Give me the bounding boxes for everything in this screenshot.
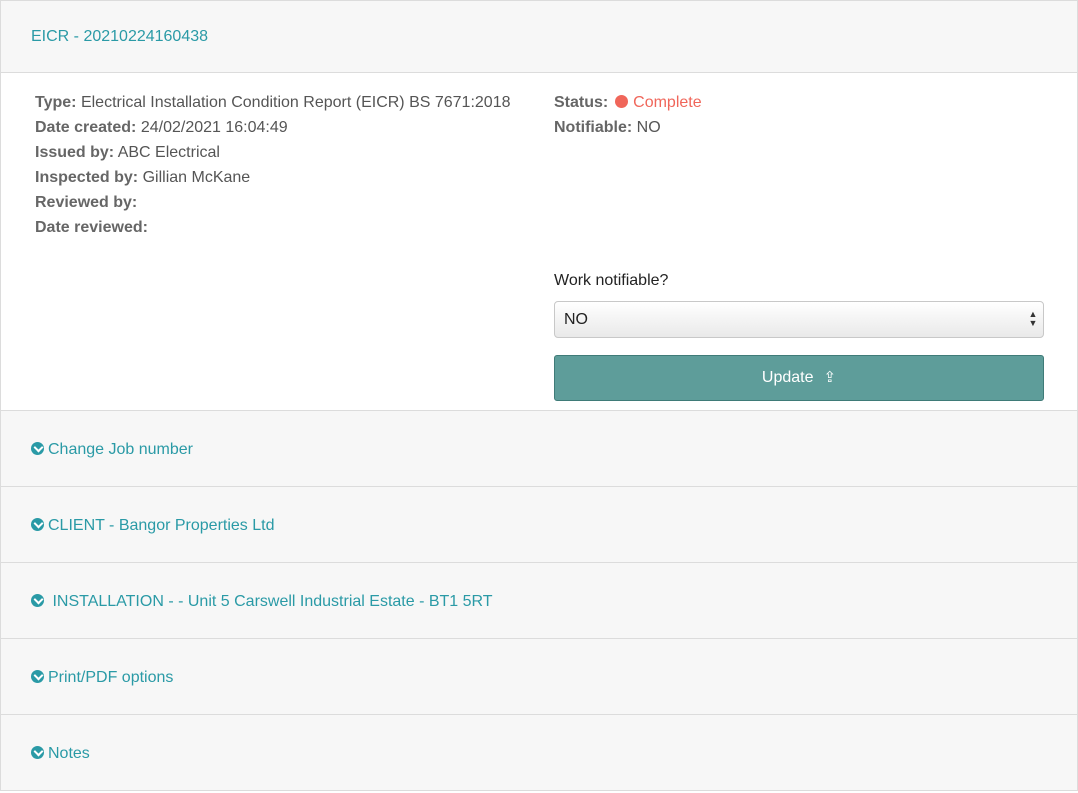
circle-arrow-down-icon (31, 670, 44, 683)
detail-date-reviewed: Date reviewed: (35, 218, 511, 243)
update-button[interactable]: Update ⇪ (554, 355, 1044, 401)
section-label: INSTALLATION - - Unit 5 Carswell Industr… (48, 593, 493, 610)
detail-value: Electrical Installation Condition Report… (80, 94, 511, 111)
section-label: Change Job number (48, 441, 193, 458)
client-link[interactable]: CLIENT - Bangor Properties Ltd (31, 517, 274, 535)
report-title-link[interactable]: EICR - 20210224160438 (31, 28, 208, 46)
notifiable-form: Work notifiable? NO ▲ ▼ Update ⇪ (554, 269, 1044, 401)
detail-issued-by: Issued by: ABC Electrical (35, 143, 511, 168)
detail-reviewed-by: Reviewed by: (35, 193, 511, 218)
detail-value: Gillian McKane (142, 169, 251, 186)
detail-date-created: Date created: 24/02/2021 16:04:49 (35, 118, 511, 143)
section-label: Print/PDF options (48, 669, 174, 686)
detail-type: Type: Electrical Installation Condition … (35, 93, 511, 118)
detail-value: 24/02/2021 16:04:49 (140, 119, 288, 136)
section-change-job-number[interactable]: Change Job number (0, 410, 1078, 487)
detail-label: Inspected by: (35, 169, 139, 186)
notes-link[interactable]: Notes (31, 745, 90, 763)
notifiable-value: NO (636, 119, 661, 136)
detail-status: Status: Complete (554, 93, 702, 118)
section-print-pdf[interactable]: Print/PDF options (0, 638, 1078, 715)
details-right-column: Status: Complete Notifiable: NO (554, 93, 702, 143)
status-value: Complete (633, 94, 702, 111)
change-job-number-link[interactable]: Change Job number (31, 441, 193, 459)
detail-label: Issued by: (35, 144, 115, 161)
section-notes[interactable]: Notes (0, 714, 1078, 791)
circle-arrow-down-icon (31, 518, 44, 531)
report-header: EICR - 20210224160438 (0, 0, 1078, 73)
detail-label: Date reviewed: (35, 219, 148, 236)
status-dot-icon (614, 95, 628, 108)
detail-notifiable: Notifiable: NO (554, 118, 702, 143)
notifiable-label: Notifiable: (554, 119, 633, 136)
detail-label: Date created: (35, 119, 137, 136)
circle-arrow-down-icon (31, 746, 44, 759)
update-button-label: Update (761, 369, 814, 386)
select-value: NO (564, 311, 588, 328)
status-label: Status: (554, 94, 609, 111)
section-label: Notes (48, 745, 90, 762)
work-notifiable-label: Work notifiable? (554, 272, 669, 289)
section-label: CLIENT - Bangor Properties Ltd (48, 517, 275, 534)
section-installation[interactable]: INSTALLATION - - Unit 5 Carswell Industr… (0, 562, 1078, 639)
circle-arrow-down-icon (31, 442, 44, 455)
report-details: Type: Electrical Installation Condition … (0, 73, 1078, 410)
detail-label: Type: (35, 94, 77, 111)
select-arrows-icon: ▲ ▼ (1028, 309, 1038, 328)
detail-inspected-by: Inspected by: Gillian McKane (35, 168, 511, 193)
detail-label: Reviewed by: (35, 194, 138, 211)
details-left-column: Type: Electrical Installation Condition … (35, 93, 511, 243)
work-notifiable-select[interactable]: NO ▲ ▼ (554, 301, 1044, 338)
detail-value: ABC Electrical (117, 144, 220, 161)
installation-link[interactable]: INSTALLATION - - Unit 5 Carswell Industr… (31, 593, 493, 611)
circle-arrow-down-icon (31, 594, 44, 607)
upload-arrow-icon: ⇪ (823, 369, 837, 386)
section-client[interactable]: CLIENT - Bangor Properties Ltd (0, 486, 1078, 563)
print-pdf-options-link[interactable]: Print/PDF options (31, 669, 173, 687)
